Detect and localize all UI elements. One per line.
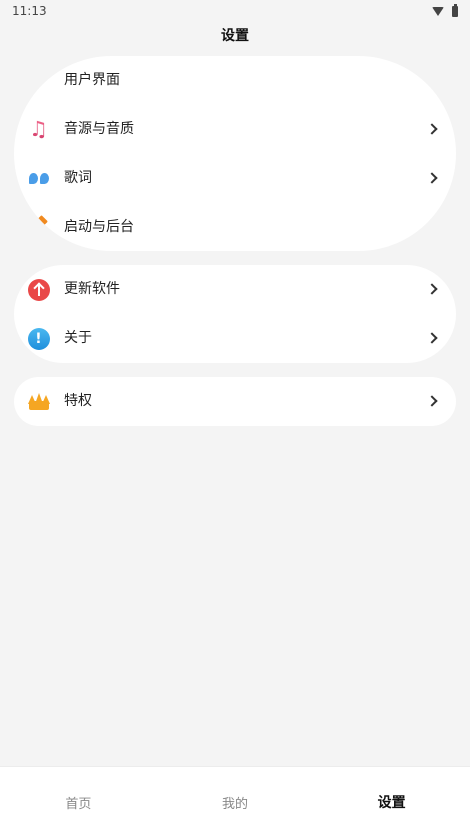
status-bar: 11:13 (0, 0, 470, 22)
wifi-icon (432, 6, 444, 16)
settings-item-label: 关于 (64, 330, 92, 346)
settings-item-update-software[interactable]: 更新软件 (14, 265, 456, 314)
crown-icon (27, 390, 50, 413)
chevron-right-icon (426, 172, 438, 184)
settings-item-label: 特权 (64, 393, 92, 409)
settings-item-lyrics[interactable]: 歌词 (14, 154, 456, 203)
settings-item-label: 启动与后台 (64, 219, 134, 235)
settings-item-startup-background[interactable]: 启动与后台 (14, 203, 456, 251)
info-icon: ! (27, 327, 50, 350)
launch-icon (27, 215, 50, 239)
battery-icon (452, 3, 458, 17)
settings-group-display: 用户界面 ♫ 音源与音质 歌词 启动与后台 (14, 56, 456, 251)
settings-item-about[interactable]: ! 关于 (14, 314, 456, 363)
settings-group-privilege: 特权 (14, 377, 456, 426)
settings-item-user-interface[interactable]: 用户界面 (14, 56, 456, 105)
nav-tab-home[interactable]: 首页 (0, 767, 157, 837)
status-icons (432, 3, 458, 17)
music-note-icon: ♫ (29, 117, 48, 141)
page-title: 设置 (221, 28, 249, 44)
palette-icon (27, 66, 50, 92)
settings-group-software: 更新软件 ! 关于 (14, 265, 456, 363)
update-arrow-icon (27, 278, 50, 301)
settings-item-label: 音源与音质 (64, 121, 134, 137)
quote-icon (27, 167, 50, 190)
nav-tab-mine[interactable]: 我的 (157, 767, 314, 837)
settings-item-label: 歌词 (64, 170, 92, 186)
settings-item-label: 更新软件 (64, 281, 120, 297)
chevron-right-icon (426, 123, 438, 135)
bottom-nav: 首页 我的 设置 (0, 766, 470, 837)
chevron-right-icon (426, 332, 438, 344)
chevron-right-icon (426, 283, 438, 295)
settings-item-audio-source[interactable]: ♫ 音源与音质 (14, 105, 456, 154)
nav-tab-settings[interactable]: 设置 (313, 767, 470, 837)
chevron-right-icon (426, 395, 438, 407)
status-time: 11:13 (12, 4, 47, 18)
settings-item-label: 用户界面 (64, 72, 120, 88)
settings-item-privilege[interactable]: 特权 (14, 377, 456, 426)
